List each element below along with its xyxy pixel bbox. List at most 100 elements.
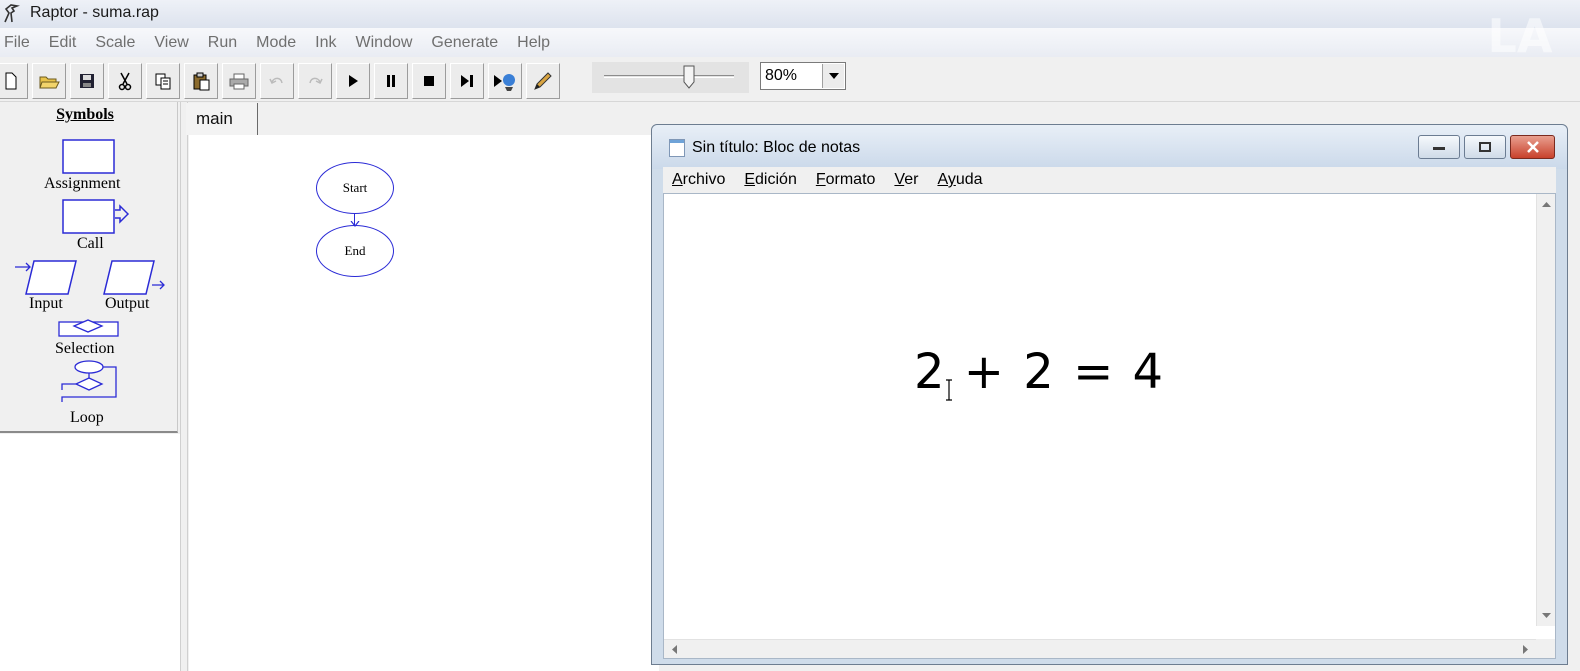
symbols-panel: Symbols Assignment Call Input Output Sel… (0, 102, 178, 433)
variables-panel (0, 434, 180, 671)
menu-generate[interactable]: Generate (431, 34, 498, 52)
notepad-menu-ayuda[interactable]: Ayuda (937, 171, 982, 189)
notepad-text-area[interactable]: 2 + 2 = 4 (663, 193, 1556, 659)
menu-edit[interactable]: Edit (49, 34, 77, 52)
panel-splitter[interactable] (180, 102, 188, 671)
call-label: Call (77, 235, 104, 252)
print-button[interactable] (222, 63, 256, 99)
menu-label: uda (955, 171, 983, 188)
paste-button[interactable] (184, 63, 218, 99)
symbols-title: Symbols (56, 106, 114, 123)
scroll-down-icon[interactable] (1542, 613, 1551, 618)
paste-icon (193, 72, 210, 91)
open-button[interactable] (32, 63, 66, 99)
step-button[interactable] (450, 63, 484, 99)
zoom-dropdown-button[interactable] (822, 64, 844, 88)
end-node[interactable]: End (316, 225, 394, 277)
play-icon (349, 75, 358, 87)
save-button[interactable] (70, 63, 104, 99)
menu-label: ormato (825, 171, 876, 188)
menu-help[interactable]: Help (517, 34, 550, 52)
vertical-scrollbar[interactable] (1536, 194, 1555, 626)
tab-main[interactable]: main (186, 103, 258, 135)
maximize-button[interactable] (1464, 135, 1506, 159)
resize-grip[interactable] (1536, 639, 1555, 658)
menu-bar: File Edit Scale View Run Mode Ink Window… (0, 28, 1580, 57)
close-button[interactable] (1510, 135, 1555, 159)
window-title: Raptor - suma.rap (30, 4, 159, 21)
raptor-application: Raptor - suma.rap File Edit Scale View R… (0, 0, 1580, 671)
scroll-right-icon[interactable] (1523, 645, 1528, 654)
step-icon (461, 75, 473, 87)
menu-scale[interactable]: Scale (95, 34, 135, 52)
new-file-button[interactable] (0, 63, 28, 99)
input-label: Input (29, 295, 63, 312)
notepad-menu-bar: Archivo Edición Formato Ver Ayuda (663, 167, 1556, 193)
menu-label: er (904, 171, 919, 188)
redo-button[interactable] (298, 63, 332, 99)
zoom-value: 80% (765, 67, 798, 84)
horizontal-scrollbar[interactable] (664, 639, 1536, 658)
play-button[interactable] (336, 63, 370, 99)
stop-icon (424, 76, 434, 86)
tab-main-label: main (196, 109, 233, 128)
notepad-menu-formato[interactable]: Formato (816, 171, 876, 189)
undo-icon (269, 77, 283, 85)
output-symbol[interactable] (102, 259, 168, 297)
assignment-symbol[interactable] (62, 139, 116, 175)
run-to-completion-icon (494, 74, 515, 91)
notepad-menu-ver[interactable]: Ver (894, 171, 918, 189)
notepad-title: Sin título: Bloc de notas (692, 139, 861, 156)
end-node-label: End (344, 243, 366, 258)
run-to-completion-button[interactable] (488, 63, 522, 99)
undo-button[interactable] (260, 63, 294, 99)
save-icon (80, 74, 94, 88)
menu-ink[interactable]: Ink (315, 34, 336, 52)
notepad-menu-edicion[interactable]: Edición (744, 171, 796, 189)
slider-thumb[interactable] (683, 65, 695, 89)
menu-accelerator: V (894, 171, 905, 188)
start-node[interactable]: Start (316, 162, 394, 214)
menu-run[interactable]: Run (208, 34, 237, 52)
call-symbol[interactable] (62, 199, 130, 235)
scroll-left-icon[interactable] (672, 645, 677, 654)
chevron-down-icon (828, 73, 839, 79)
scroll-up-icon[interactable] (1542, 202, 1551, 207)
print-icon (229, 73, 249, 90)
start-node-label: Start (342, 180, 368, 195)
copy-button[interactable] (146, 63, 180, 99)
open-folder-icon (39, 76, 60, 89)
pause-button[interactable] (374, 63, 408, 99)
cut-button[interactable] (108, 63, 142, 99)
minimize-button[interactable] (1418, 135, 1460, 159)
minimize-icon (1433, 147, 1445, 150)
copy-icon (155, 73, 171, 90)
menu-file[interactable]: File (4, 34, 30, 52)
input-symbol[interactable] (14, 259, 80, 297)
text-cursor-icon (946, 379, 952, 401)
notepad-title-bar[interactable]: Sin título: Bloc de notas (652, 125, 1567, 169)
stop-button[interactable] (412, 63, 446, 99)
selection-symbol[interactable] (58, 318, 120, 338)
zoom-select[interactable]: 80% (760, 62, 846, 90)
cut-icon (118, 72, 132, 91)
new-file-icon (5, 72, 17, 90)
ink-pen-button[interactable] (526, 63, 560, 99)
maximize-icon (1479, 142, 1491, 152)
slider-track (604, 75, 734, 78)
flowchart-canvas[interactable] (189, 135, 659, 671)
raptor-app-icon (4, 4, 20, 23)
close-icon (1526, 141, 1539, 153)
redo-icon (309, 77, 323, 85)
loop-symbol[interactable] (58, 360, 120, 404)
notepad-menu-archivo[interactable]: Archivo (672, 171, 725, 189)
menu-window[interactable]: Window (356, 34, 413, 52)
output-label: Output (105, 295, 150, 312)
notepad-icon (669, 139, 685, 157)
execution-speed-slider[interactable] (592, 62, 749, 93)
assignment-label: Assignment (44, 175, 121, 192)
notepad-window: Sin título: Bloc de notas Archivo Edició… (651, 124, 1568, 665)
loop-label: Loop (70, 409, 104, 426)
menu-view[interactable]: View (154, 34, 188, 52)
menu-mode[interactable]: Mode (256, 34, 296, 52)
